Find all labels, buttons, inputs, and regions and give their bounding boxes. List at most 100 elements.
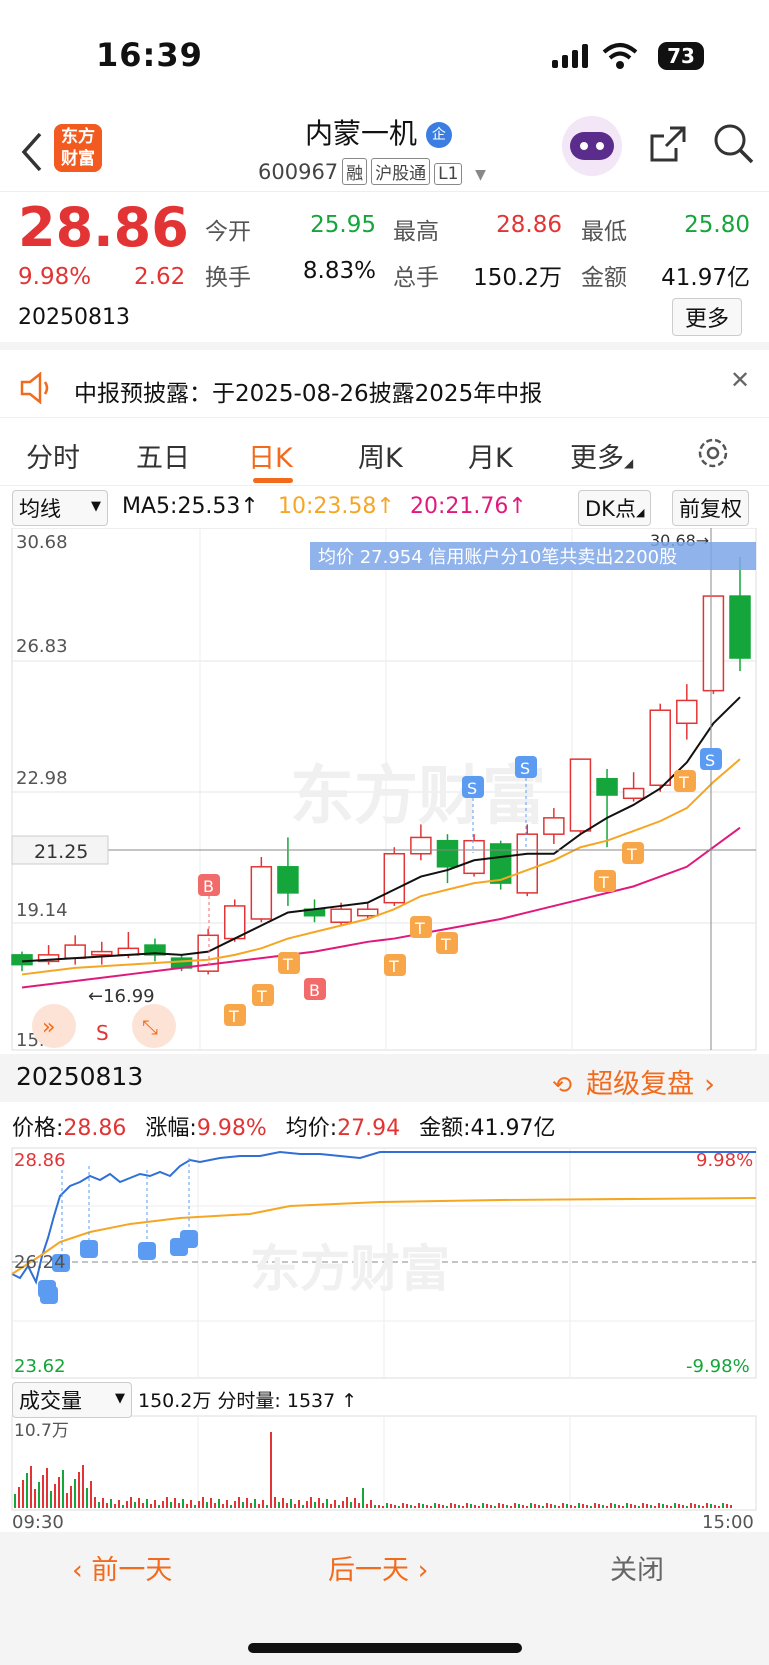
tab-weekly-k[interactable]: 周K: [358, 436, 403, 475]
volume-bar: [18, 1487, 20, 1508]
volume-bar: [358, 1503, 360, 1508]
tab-minute[interactable]: 分时: [26, 436, 80, 475]
volume-bar: [38, 1482, 40, 1508]
volume-bar: [586, 1505, 588, 1508]
volume-bar: [434, 1503, 436, 1508]
svg-text:T: T: [678, 773, 689, 792]
volume-bar: [502, 1504, 504, 1508]
volume-bar: [706, 1503, 708, 1508]
volume-bar: [250, 1503, 252, 1508]
speaker-icon: [20, 372, 49, 404]
history-icon: ⟲: [552, 1071, 573, 1099]
y-label: 22.98: [16, 768, 68, 789]
volume-bar: [170, 1502, 172, 1508]
assistant-avatar[interactable]: [562, 116, 622, 176]
volume-bar: [366, 1504, 368, 1508]
volume-bar: [258, 1504, 260, 1508]
tab-five-day[interactable]: 五日: [136, 436, 190, 475]
indicator-select[interactable]: 均线 ▼: [12, 490, 108, 526]
volume-bar: [454, 1504, 456, 1508]
t-marker: T: [436, 932, 458, 954]
back-icon[interactable]: [20, 132, 44, 172]
prev-day-button[interactable]: ‹ 前一天: [72, 1548, 172, 1587]
review-date: 20250813: [16, 1062, 144, 1091]
svg-text:T: T: [598, 873, 609, 892]
y-label: 30.68: [16, 532, 68, 553]
volume-bar: [322, 1503, 324, 1508]
dk-point-button[interactable]: DK点◢: [578, 490, 652, 526]
volume-bar: [142, 1503, 144, 1508]
volume-bar: [614, 1504, 616, 1508]
volume-select[interactable]: 成交量 ▼: [12, 1382, 132, 1418]
low-marker: ←16.99: [88, 986, 155, 1007]
volume-bar: [598, 1504, 600, 1508]
volume-bar: [270, 1432, 272, 1508]
volume-bar: [198, 1501, 200, 1508]
volume-bar: [114, 1504, 116, 1508]
close-notice-icon[interactable]: ✕: [730, 366, 750, 394]
volume-bar: [202, 1497, 204, 1508]
change-pct: 9.98%: [18, 264, 92, 290]
time-end: 15:00: [702, 1512, 754, 1532]
more-button[interactable]: 更多: [672, 298, 743, 336]
volume-bar: [418, 1503, 420, 1508]
footer: ‹ 前一天 后一天 › 关闭: [0, 1532, 769, 1665]
candle: [622, 787, 645, 800]
volume-bar: [362, 1488, 364, 1508]
search-icon[interactable]: [712, 122, 756, 166]
k-line-chart[interactable]: 东方财富 21.25 30.68 26.83 22.98 19.14 15.29…: [0, 528, 769, 1054]
share-icon[interactable]: [646, 122, 690, 166]
volume-bar: [394, 1505, 396, 1508]
current-price: 28.86: [18, 196, 189, 259]
volume-bar: [522, 1505, 524, 1508]
settings-icon[interactable]: [696, 436, 730, 470]
next-day-button[interactable]: 后一天 ›: [328, 1548, 428, 1587]
volume-bar: [242, 1502, 244, 1508]
candle: [516, 833, 539, 894]
watermark: 东方财富: [250, 1240, 450, 1298]
volume-bar: [698, 1505, 700, 1508]
candle: [356, 908, 379, 917]
battery-icon: 73: [658, 42, 704, 70]
volume-bar: [82, 1465, 84, 1508]
stock-name: 内蒙一机 企: [305, 112, 452, 152]
volume-bar: [30, 1466, 32, 1508]
volume-bar: [610, 1503, 612, 1508]
high-value: 28.86: [496, 212, 562, 238]
volume-max-label: 10.7万: [14, 1421, 69, 1441]
intraday-chart[interactable]: 东方财富 28.86 26.24 23.62 9.98% -9.98% 10.7…: [0, 1146, 769, 1532]
volume-bar: [470, 1504, 472, 1508]
adjust-button[interactable]: 前复权: [672, 490, 749, 526]
tab-daily-k[interactable]: 日K: [248, 436, 293, 475]
tab-monthly-k[interactable]: 月K: [468, 436, 513, 475]
volume-bar: [550, 1504, 552, 1508]
t-marker: T: [594, 870, 616, 892]
volume-bar: [214, 1503, 216, 1508]
candle: [64, 944, 86, 959]
tab-more[interactable]: 更多◢: [570, 436, 633, 475]
svg-text:S: S: [705, 751, 715, 770]
candle: [223, 905, 246, 940]
volume-bar: [378, 1505, 380, 1508]
svg-text:B: B: [309, 981, 320, 1000]
volume-bar: [514, 1503, 516, 1508]
volume-bar: [494, 1506, 496, 1508]
volume-bar: [94, 1497, 96, 1508]
super-review-link[interactable]: ⟲ 超级复盘 ›: [552, 1062, 715, 1101]
volume-bar: [482, 1503, 484, 1508]
volume-bar: [654, 1506, 656, 1508]
ma10-value: 10:23.58↑: [278, 494, 395, 519]
volume-bar: [530, 1503, 532, 1508]
volume-bar: [66, 1493, 68, 1508]
volume-bar: [506, 1505, 508, 1508]
volume-bar: [294, 1504, 296, 1508]
volume-bar: [262, 1500, 264, 1508]
open-label: 今开: [205, 219, 251, 245]
notice-bar[interactable]: 中报预披露：于2025-08-26披露2025年中报 ✕: [0, 358, 769, 418]
close-button[interactable]: 关闭: [610, 1548, 664, 1587]
volume-bar: [334, 1500, 336, 1508]
volume-bar: [162, 1501, 164, 1508]
volume-bar: [678, 1504, 680, 1508]
volume-bar: [134, 1502, 136, 1508]
volume-bar: [274, 1497, 276, 1508]
